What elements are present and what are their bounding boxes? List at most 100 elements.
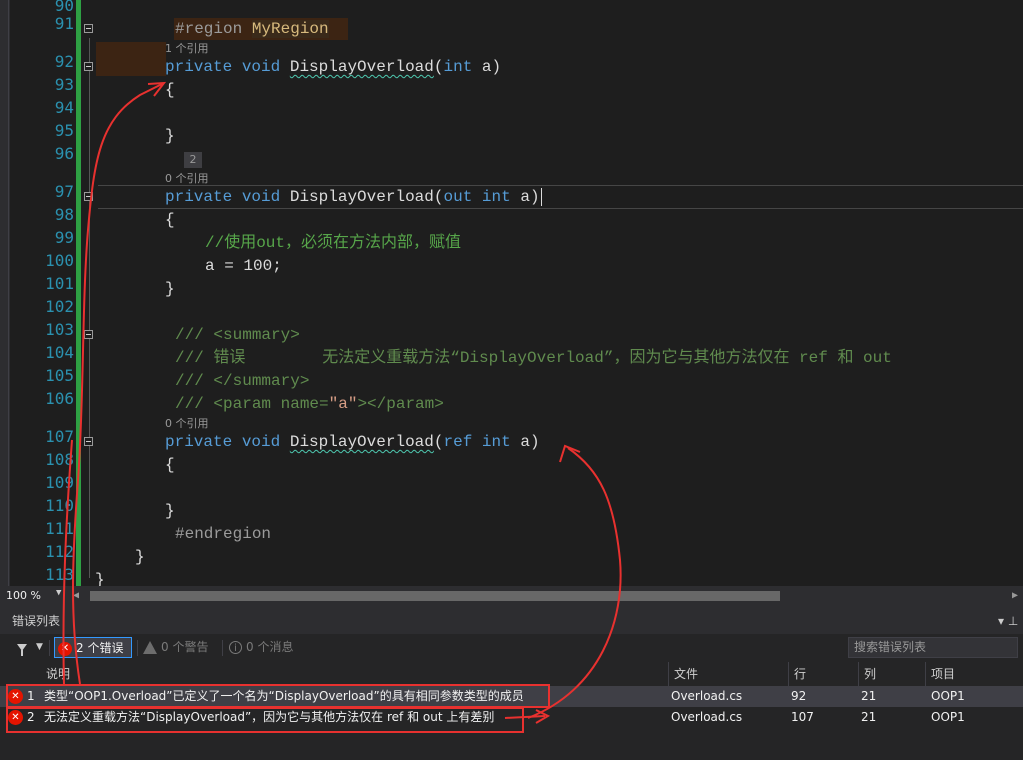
method-declaration-ref[interactable]: private void DisplayOverload(ref int a): [165, 431, 540, 454]
line-number: 112: [45, 542, 74, 561]
error-list-search-input[interactable]: 搜索错误列表: [848, 637, 1018, 658]
assignment-statement: a = 100;: [205, 257, 282, 275]
column-separator[interactable]: [925, 662, 926, 686]
warnings-filter-button[interactable]: 0 个警告: [143, 637, 208, 658]
editor-status-strip: 100 % ▼ ◀ ▶: [0, 586, 1023, 606]
paren: ): [491, 58, 502, 76]
line-number: 100: [45, 251, 74, 270]
method-declaration-int[interactable]: private void DisplayOverload(int a): [165, 56, 501, 79]
keyword-void: void: [241, 58, 281, 76]
line-number: 91: [54, 14, 74, 33]
error-list-title: 错误列表: [12, 614, 61, 628]
column-header-description[interactable]: 说明: [46, 662, 70, 686]
column-header-line[interactable]: 行: [794, 662, 806, 686]
filter-icon[interactable]: [17, 644, 27, 656]
annotation-box-error-2: [6, 707, 524, 733]
filter-dropdown-icon[interactable]: ▼: [36, 642, 43, 652]
param-name: a: [520, 433, 530, 451]
endregion-directive: #endregion: [175, 525, 272, 543]
line-number: 102: [45, 297, 74, 316]
doc-comment-error-text: /// 错误 无法定义重载方法“DisplayOverload”，因为它与其他方…: [175, 349, 892, 367]
column-separator[interactable]: [858, 662, 859, 686]
zoom-level[interactable]: 100 %: [6, 588, 41, 604]
fold-toggle-doc-comment[interactable]: [84, 330, 93, 339]
fold-toggle-method-1[interactable]: [84, 62, 93, 71]
keyword-int: int: [443, 58, 473, 76]
keyword-out: out: [443, 188, 473, 206]
brace: }: [95, 571, 105, 586]
code-editor[interactable]: 90 91 92 93 94 95 96 97 98 99 100 101 102 103 104 105 10…: [0, 0, 1023, 586]
error-file: Overload.cs: [671, 689, 743, 703]
line-number: 101: [45, 274, 74, 293]
toolbar-separator: [222, 640, 223, 656]
region-name: MyRegion: [251, 20, 329, 38]
line-number: 98: [54, 205, 74, 224]
doc-param-value: "a": [328, 395, 358, 413]
warning-icon: [143, 641, 157, 654]
fold-toggle-region[interactable]: [84, 24, 93, 33]
column-separator[interactable]: [668, 662, 669, 686]
messages-filter-button[interactable]: i 0 个消息: [229, 637, 293, 658]
method-declaration-out[interactable]: private void DisplayOverload(out int a): [165, 186, 552, 209]
line-number: 107: [45, 427, 74, 446]
method-name[interactable]: DisplayOverload: [290, 433, 434, 451]
doc-comment-param: /// <param name="a"></param>: [175, 393, 444, 416]
error-project: OOP1: [931, 710, 965, 724]
brace: }: [165, 502, 175, 520]
pin-icon[interactable]: ▾ ⊥: [998, 606, 1018, 636]
codelens-references-3[interactable]: 0 个引用: [165, 415, 209, 431]
code-comment: //使用out，必须在方法内部，赋值: [205, 234, 462, 252]
brace: {: [165, 456, 175, 474]
scroll-left-icon[interactable]: ◀: [73, 590, 79, 601]
line-number: 99: [54, 228, 74, 247]
codelens-references-2[interactable]: 0 个引用: [165, 170, 209, 186]
column-header-file[interactable]: 文件: [674, 662, 698, 686]
change-badge[interactable]: 2: [184, 152, 202, 168]
error-column: 21: [861, 710, 877, 724]
errors-filter-label: 2 个错误: [76, 641, 124, 655]
column-header-project[interactable]: 项目: [931, 662, 955, 686]
keyword-private: private: [165, 188, 233, 206]
line-number: 106: [45, 389, 74, 408]
error-list-titlebar: 错误列表 ▾ ⊥: [0, 606, 1023, 634]
codelens-references-1[interactable]: 1 个引用: [165, 40, 209, 56]
horizontal-scrollbar-thumb[interactable]: [90, 591, 780, 601]
fold-guide-line: [89, 38, 90, 578]
toolbar-separator: [137, 640, 138, 656]
fold-toggle-method-2[interactable]: [84, 192, 93, 201]
zoom-dropdown-icon[interactable]: ▼: [56, 588, 61, 598]
column-header-column[interactable]: 列: [864, 662, 876, 686]
line-number: 94: [54, 98, 74, 117]
line-number: 113: [45, 565, 74, 584]
brace: {: [165, 211, 175, 229]
errors-filter-button[interactable]: ✕ 2 个错误: [54, 637, 132, 658]
line-number: 95: [54, 121, 74, 140]
error-column: 21: [861, 689, 877, 703]
fold-toggle-method-3[interactable]: [84, 437, 93, 446]
fold-highlight: [96, 42, 166, 76]
line-number: 109: [45, 473, 74, 492]
column-separator[interactable]: [788, 662, 789, 686]
method-name[interactable]: DisplayOverload: [290, 58, 434, 76]
line-number: 111: [45, 519, 74, 538]
doc-comment-summary-close: /// </summary>: [175, 372, 310, 390]
line-number: 93: [54, 75, 74, 94]
paren: ): [529, 188, 540, 206]
keyword-private: private: [165, 433, 233, 451]
doc-comment-summary-open: /// <summary>: [175, 326, 300, 344]
error-project: OOP1: [931, 689, 965, 703]
region-keyword: #region: [175, 20, 252, 38]
keyword-private: private: [165, 58, 233, 76]
toolbar-separator: [49, 640, 50, 656]
scroll-right-icon[interactable]: ▶: [1012, 590, 1018, 601]
region-directive[interactable]: #region MyRegion: [175, 18, 329, 41]
doc-param-open: /// <param name=: [175, 395, 329, 413]
param-name: a: [520, 188, 530, 206]
doc-param-close: ></param>: [357, 395, 444, 413]
line-number: 97: [54, 182, 74, 201]
method-name[interactable]: DisplayOverload: [290, 188, 434, 206]
line-number: 103: [45, 320, 74, 339]
line-number: 108: [45, 450, 74, 469]
error-list-toolbar: ▼ ✕ 2 个错误 0 个警告 i 0 个消息 搜索错误列表: [0, 634, 1023, 662]
info-icon: i: [229, 641, 242, 654]
